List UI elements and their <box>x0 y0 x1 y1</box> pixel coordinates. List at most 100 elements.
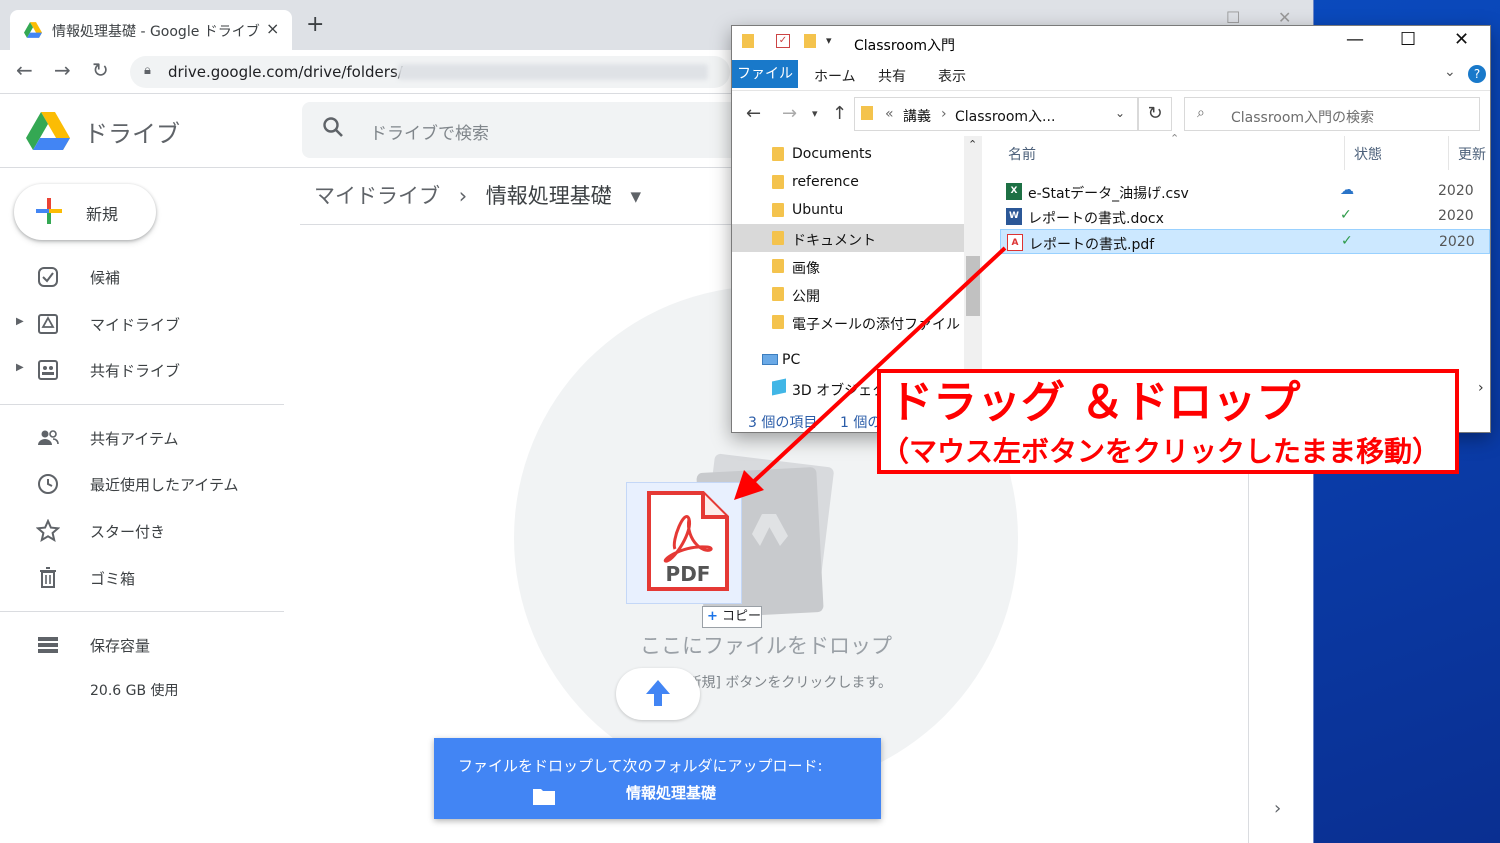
recent-locations-icon[interactable]: ▾ <box>812 107 818 120</box>
tree-item-pictures[interactable]: 画像 <box>732 252 964 280</box>
properties-icon[interactable]: ✓ <box>776 34 790 48</box>
reload-button[interactable]: ↻ <box>92 58 109 82</box>
search-icon[interactable] <box>322 116 344 138</box>
close-button[interactable]: ✕ <box>1454 29 1469 50</box>
tree-item-label: 画像 <box>792 261 820 277</box>
upload-banner-folder: 情報処理基礎 <box>626 784 717 802</box>
explorer-titlebar: ✓ ▾ Classroom入門 — ☐ ✕ <box>732 26 1490 60</box>
expand-arrow-icon[interactable]: ▶ <box>16 362 24 373</box>
tab-share[interactable]: 共有 <box>878 66 906 86</box>
sidebar-item-shared-with-me[interactable]: 共有アイテム <box>0 418 290 458</box>
sidebar-item-starred[interactable]: スター付き <box>0 511 290 551</box>
drive-search-bar[interactable]: ドライブで検索 <box>302 102 742 158</box>
star-icon <box>36 519 60 543</box>
tab-view[interactable]: 表示 <box>938 66 966 86</box>
folder-icon <box>861 106 873 120</box>
drive-logo-icon[interactable] <box>26 112 70 152</box>
new-button[interactable]: 新規 <box>14 184 156 240</box>
address-bar[interactable]: 🔒︎ drive.google.com/drive/folders/ <box>130 56 730 88</box>
scroll-right-icon[interactable]: › <box>1478 380 1484 396</box>
explorer-title: Classroom入門 <box>854 38 956 54</box>
folder-icon <box>533 789 555 805</box>
new-folder-icon[interactable] <box>804 34 816 48</box>
sidebar-item-label: 候補 <box>90 269 121 287</box>
new-tab-button[interactable]: + <box>306 14 324 36</box>
forward-button[interactable]: → <box>782 103 797 124</box>
upload-button[interactable] <box>616 668 700 720</box>
details-expand-icon[interactable]: › <box>1274 798 1281 819</box>
explorer-ribbon: ファイル ホーム 共有 表示 ⌄ ? <box>732 60 1490 90</box>
scroll-up-icon[interactable]: ⌃ <box>968 138 977 151</box>
forward-button[interactable]: → <box>54 58 71 82</box>
folder-icon <box>772 315 784 329</box>
folder-icon[interactable] <box>742 34 754 48</box>
explorer-search-box[interactable]: ⌕ Classroom入門の検索 <box>1184 97 1480 131</box>
excel-file-icon: X <box>1006 183 1022 200</box>
file-name: e-Statデータ_油揚げ.csv <box>1028 186 1189 202</box>
pdf-label: PDF <box>666 562 711 586</box>
explorer-search-placeholder: Classroom入門の検索 <box>1231 110 1375 126</box>
browser-tab[interactable]: 情報処理基礎 - Google ドライブ × <box>10 10 292 50</box>
sidebar-item-storage[interactable]: 保存容量 <box>0 625 290 665</box>
tree-item-reference[interactable]: reference <box>732 168 964 196</box>
file-row-pdf[interactable]: A レポートの書式.pdf ✓ 2020 <box>1000 229 1490 254</box>
column-header-date[interactable]: 更新 <box>1458 144 1486 164</box>
folder-icon <box>772 231 784 245</box>
navigation-scrollbar[interactable]: ⌃ <box>964 136 982 401</box>
storage-used-text: 20.6 GB 使用 <box>90 683 179 699</box>
help-icon[interactable]: ? <box>1468 65 1486 83</box>
cloud-status-icon: ☁ <box>1340 182 1354 198</box>
file-row-docx[interactable]: W レポートの書式.docx ✓ 2020 <box>1000 204 1490 229</box>
back-button[interactable]: ← <box>746 103 761 124</box>
address-crumb-lecture[interactable]: 講義 <box>903 106 931 126</box>
tab-home[interactable]: ホーム <box>814 66 856 86</box>
breadcrumb-current-folder[interactable]: 情報処理基礎 <box>486 184 612 208</box>
copy-badge-label: コピー <box>722 609 762 624</box>
refresh-button[interactable]: ↻ <box>1138 97 1172 131</box>
sidebar-item-recent[interactable]: 最近使用したアイテム <box>0 464 290 504</box>
column-header-status[interactable]: 状態 <box>1354 144 1382 164</box>
column-separator[interactable] <box>1344 136 1345 170</box>
address-overflow[interactable]: « <box>885 106 894 122</box>
sidebar-item-priority[interactable]: 候補 <box>0 257 290 297</box>
tree-item-email-attachments[interactable]: 電子メールの添付ファイル <box>732 308 964 336</box>
tab-file[interactable]: ファイル <box>732 60 798 88</box>
tree-item-label: PC <box>782 352 801 368</box>
maximize-button[interactable]: ☐ <box>1400 29 1416 50</box>
tree-item-ubuntu[interactable]: Ubuntu <box>732 196 964 224</box>
breadcrumb-my-drive[interactable]: マイドライブ <box>314 184 440 208</box>
sidebar-item-label: 共有ドライブ <box>90 362 181 380</box>
address-crumb-current[interactable]: Classroom入... <box>955 106 1055 126</box>
tree-item-label: Ubuntu <box>792 202 844 218</box>
tree-item-public[interactable]: 公開 <box>732 280 964 308</box>
tab-close-icon[interactable]: × <box>266 19 279 38</box>
up-button[interactable]: ↑ <box>832 103 847 124</box>
sidebar-item-my-drive[interactable]: ▶ マイドライブ <box>0 304 290 344</box>
quick-access-dropdown-icon[interactable]: ▾ <box>826 34 832 47</box>
back-button[interactable]: ← <box>16 58 33 82</box>
column-header-name[interactable]: 名前 <box>1008 144 1036 164</box>
sidebar-item-shared-drives[interactable]: ▶ 共有ドライブ <box>0 350 290 390</box>
sidebar-item-label: ゴミ箱 <box>90 570 136 588</box>
navigation-pane: Documents reference Ubuntu ドキュメント 画像 公開 … <box>732 136 982 401</box>
tree-item-documents[interactable]: Documents <box>732 140 964 168</box>
tree-item-documents-jp[interactable]: ドキュメント <box>732 224 964 252</box>
file-row-csv[interactable]: X e-Statデータ_油揚げ.csv ☁ 2020 <box>1000 179 1490 204</box>
explorer-address-bar[interactable]: « 講義 › Classroom入... ⌄ <box>854 97 1138 131</box>
search-placeholder: ドライブで検索 <box>370 124 489 144</box>
tab-title: 情報処理基礎 - Google ドライブ <box>52 24 260 40</box>
app-name[interactable]: ドライブ <box>84 114 180 149</box>
file-name: レポートの書式.docx <box>1028 211 1164 227</box>
sidebar-item-trash[interactable]: ゴミ箱 <box>0 558 290 598</box>
lock-icon: 🔒︎ <box>144 63 151 78</box>
folder-icon <box>772 259 784 273</box>
chevron-down-icon[interactable]: ▾ <box>630 184 641 208</box>
chevron-down-icon[interactable]: ⌄ <box>1115 106 1125 120</box>
scrollbar-thumb[interactable] <box>966 256 980 316</box>
ribbon-collapse-icon[interactable]: ⌄ <box>1444 64 1456 80</box>
folder-icon <box>772 175 784 189</box>
column-separator[interactable] <box>1448 136 1449 170</box>
expand-arrow-icon[interactable]: ▶ <box>16 316 24 327</box>
address-separator[interactable]: › <box>941 106 947 122</box>
minimize-button[interactable]: — <box>1346 29 1364 50</box>
